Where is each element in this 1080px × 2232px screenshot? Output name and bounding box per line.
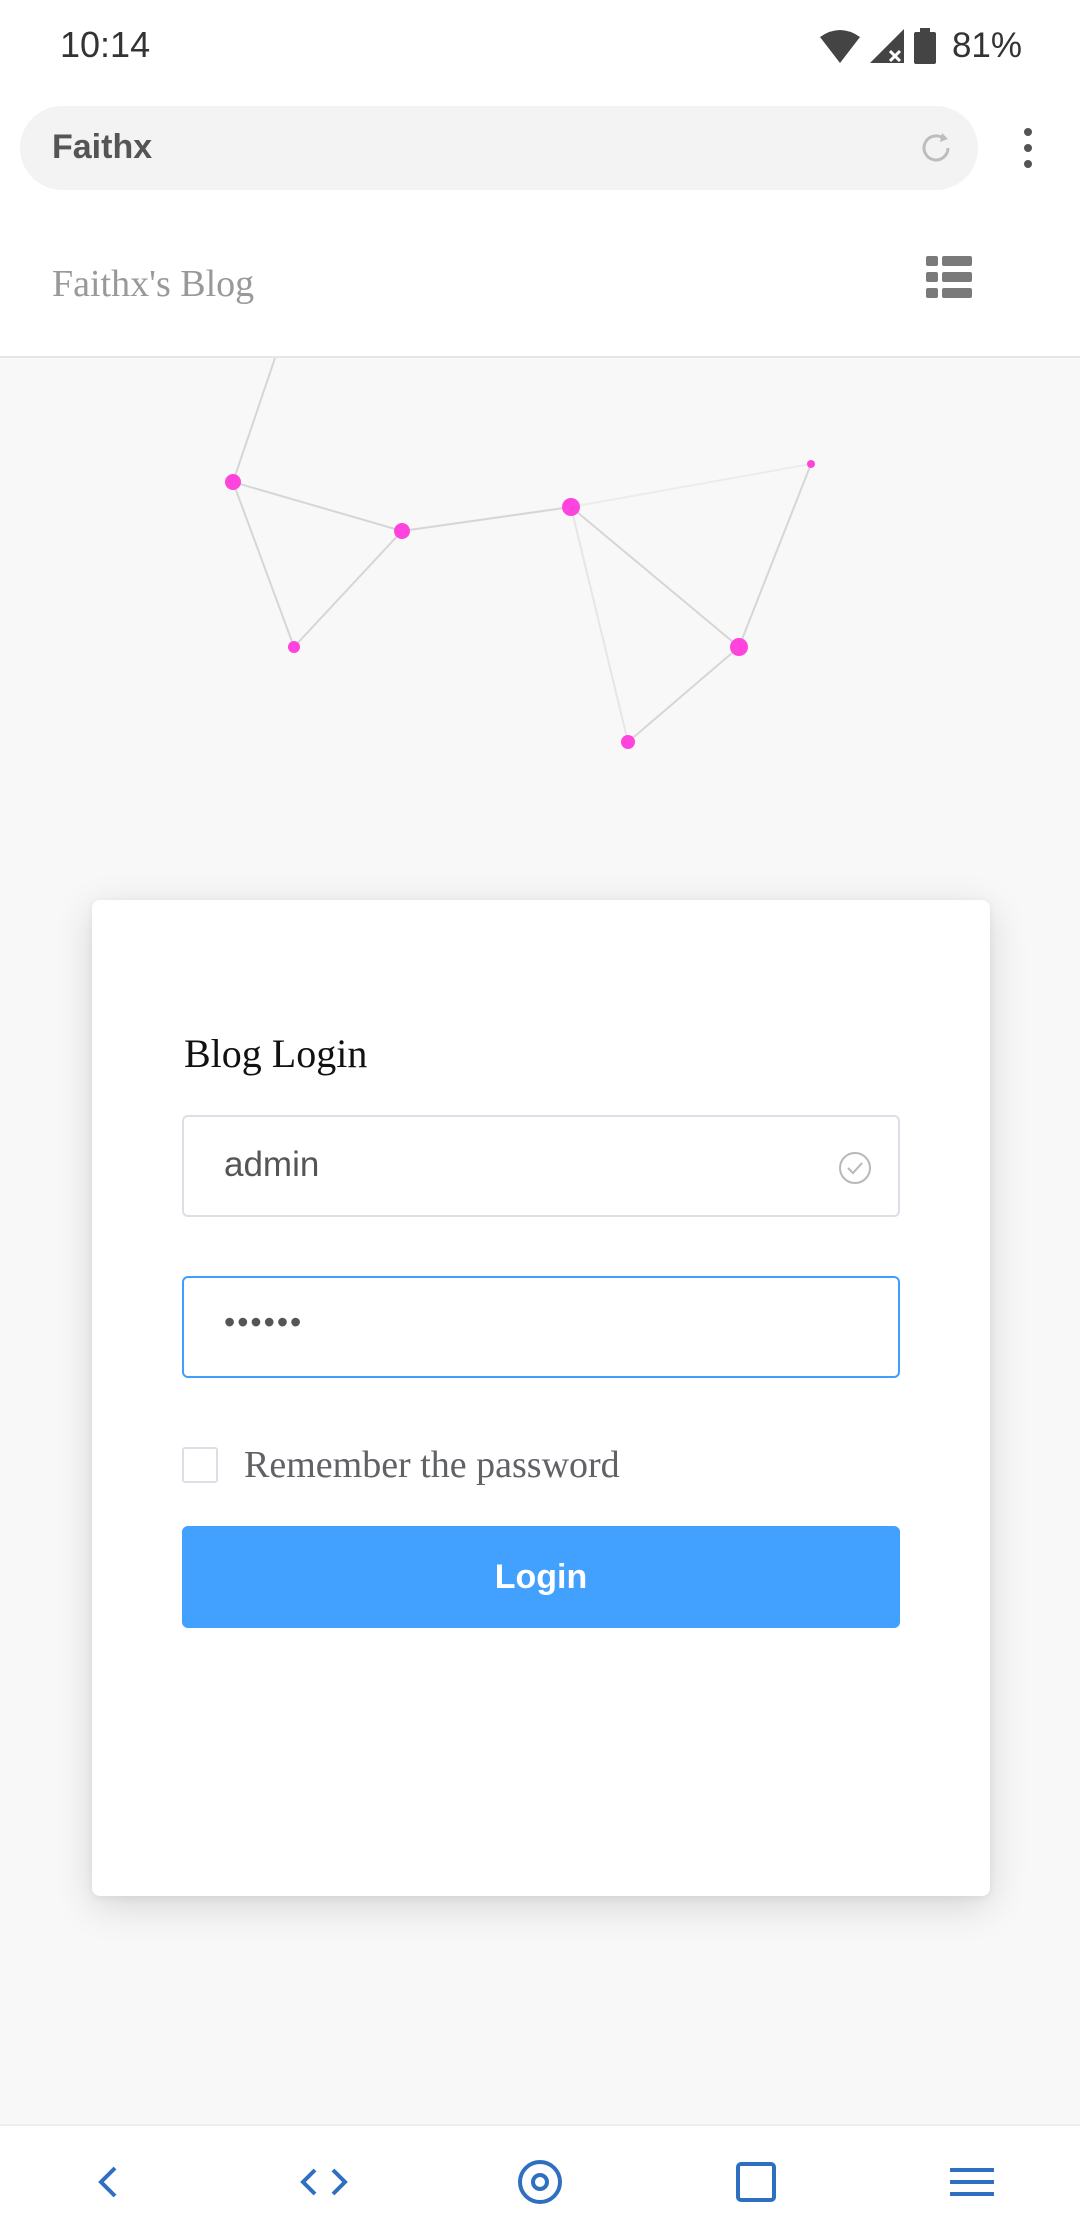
bottom-nav — [0, 2124, 1080, 2232]
status-bar: 10:14 81% — [0, 0, 1080, 96]
wifi-icon — [819, 30, 860, 63]
more-options-icon[interactable] — [1012, 118, 1044, 178]
particle-node — [807, 460, 815, 468]
status-icons: 81% — [819, 22, 1022, 70]
login-card: Blog Login admin •••••• Remember the pas… — [92, 900, 990, 1896]
particle-node — [288, 641, 300, 653]
home-circle-icon[interactable] — [510, 2152, 570, 2212]
remember-password-checkbox[interactable] — [182, 1447, 218, 1483]
particle-node — [394, 523, 410, 539]
tabs-square-icon[interactable] — [726, 2152, 786, 2212]
login-button[interactable]: Login — [182, 1526, 900, 1628]
username-field[interactable]: admin — [182, 1115, 900, 1217]
menu-lines-icon[interactable] — [942, 2152, 1002, 2212]
site-title[interactable]: Faithx's Blog — [52, 262, 254, 306]
address-bar[interactable]: Faithx — [20, 106, 978, 190]
battery-percentage: 81% — [951, 26, 1022, 65]
login-title: Blog Login — [184, 1031, 368, 1076]
site-header: Faithx's Blog — [0, 206, 1080, 358]
password-value: •••••• — [224, 1304, 304, 1340]
particle-node — [621, 735, 635, 749]
particle-node — [562, 498, 580, 516]
particle-node — [225, 474, 241, 490]
browser-toolbar: Faithx — [0, 96, 1080, 206]
username-value: admin — [224, 1145, 320, 1184]
check-circle-icon — [839, 1152, 871, 1184]
password-field[interactable]: •••••• — [182, 1276, 900, 1378]
particle-background — [225, 358, 815, 749]
status-time: 10:14 — [60, 24, 151, 65]
remember-password-label[interactable]: Remember the password — [244, 1443, 620, 1487]
remember-password-row[interactable]: Remember the password — [182, 1440, 620, 1490]
battery-icon — [913, 28, 936, 64]
code-icon[interactable] — [294, 2152, 354, 2212]
list-menu-icon[interactable] — [926, 256, 972, 298]
address-text: Faithx — [52, 128, 153, 166]
reload-icon[interactable] — [916, 128, 956, 168]
particle-node — [730, 638, 748, 656]
cell-signal-icon — [869, 29, 904, 63]
back-icon[interactable] — [78, 2152, 138, 2212]
